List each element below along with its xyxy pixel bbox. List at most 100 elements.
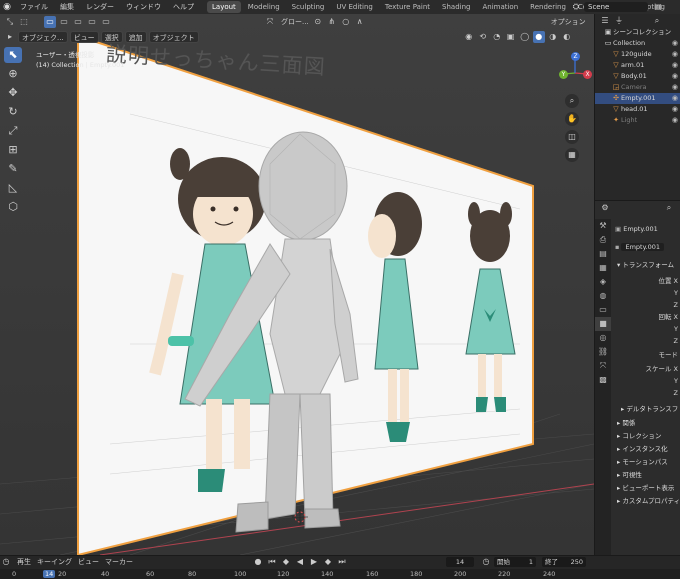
play-reverse-icon[interactable]: ◀ — [294, 556, 306, 568]
eye-icon[interactable]: ◉ — [672, 104, 678, 115]
blender-logo-icon[interactable]: ◉ — [0, 0, 14, 14]
transform-panel-header[interactable]: ▾ トランスフォーム — [611, 259, 680, 271]
world-tab-icon[interactable]: ◍ — [595, 289, 611, 303]
visibility-icon[interactable]: ◉ — [463, 31, 475, 43]
properties-panel-header[interactable]: ▸ コレクション — [611, 430, 680, 442]
falloff-icon[interactable]: ∧ — [354, 16, 366, 28]
measure-tool-icon[interactable]: ◺ — [4, 180, 22, 196]
tab-rendering[interactable]: Rendering — [525, 1, 571, 13]
menu-window[interactable]: ウィンドウ — [120, 0, 167, 14]
proportional-edit-icon[interactable]: ○ — [340, 16, 352, 28]
play-icon[interactable]: ▶ — [308, 556, 320, 568]
end-frame-field[interactable]: 終了 250 — [542, 557, 586, 567]
object-tab-icon[interactable]: ■ — [595, 317, 611, 331]
outliner-item[interactable]: ▽ head.01 ◉ — [595, 104, 680, 115]
eye-icon[interactable]: ◉ — [672, 93, 678, 104]
editor-type-icon[interactable]: ☰ — [599, 15, 611, 27]
menu-view[interactable]: ビュー — [69, 30, 99, 43]
jump-start-icon[interactable]: ⏮ — [266, 556, 278, 568]
scale-tool-icon[interactable]: ⤢ — [4, 123, 22, 139]
mode-extend-icon[interactable]: ▭ — [58, 16, 70, 28]
tab-layout[interactable]: Layout — [207, 1, 241, 13]
menu-render[interactable]: レンダー — [80, 0, 120, 14]
pan-hand-icon[interactable]: ✋ — [565, 112, 579, 126]
orientation-icon[interactable]: ⤧ — [264, 16, 276, 28]
properties-panel-header[interactable]: ▸ 関係 — [611, 417, 680, 429]
snap-icon[interactable]: ⋔ — [326, 16, 338, 28]
menu-help[interactable]: ヘルプ — [167, 0, 200, 14]
outliner-item[interactable]: ✣ Empty.001 ◉ — [595, 93, 680, 104]
output-tab-icon[interactable]: ▤ — [595, 247, 611, 261]
mode-invert-icon[interactable]: ▭ — [86, 16, 98, 28]
tab-animation[interactable]: Animation — [477, 1, 523, 13]
object-name-field[interactable]: Empty.001 — [621, 243, 664, 251]
view-menu[interactable]: ビュー — [75, 556, 102, 568]
collection-tab-icon[interactable]: ▭ — [595, 303, 611, 317]
eye-icon[interactable]: ◉ — [672, 38, 678, 49]
perspective-toggle-icon[interactable]: ▦ — [565, 148, 579, 162]
tab-sculpting[interactable]: Sculpting — [287, 1, 330, 13]
shading-rendered-icon[interactable]: ◐ — [561, 31, 573, 43]
render-tab-icon[interactable]: ⎙ — [595, 233, 611, 247]
axis-gizmo[interactable]: X Y Z — [554, 46, 594, 86]
transform-tool-icon[interactable]: ⊞ — [4, 142, 22, 158]
menu-object[interactable]: オブジェクト — [148, 30, 199, 43]
properties-panel-header[interactable]: ▸ モーションパス — [611, 456, 680, 468]
outliner-item[interactable]: ▽ arm.01 ◉ — [595, 60, 680, 71]
select-tool-icon[interactable]: ⬉ — [4, 47, 22, 63]
zoom-icon[interactable]: ⌕ — [565, 94, 579, 108]
clock-icon[interactable]: ◷ — [480, 556, 492, 568]
tool-tab-icon[interactable]: ⚒ — [595, 219, 611, 233]
scene-icon[interactable]: ⛭ — [570, 1, 582, 13]
filter-icon[interactable]: ⏚ — [613, 15, 625, 27]
tab-shading[interactable]: Shading — [437, 1, 475, 13]
search-icon[interactable]: ⌕ — [663, 202, 675, 214]
view-layer-icon[interactable]: ▤ — [652, 1, 664, 13]
camera-view-icon[interactable]: ◫ — [565, 130, 579, 144]
rotate-tool-icon[interactable]: ↻ — [4, 104, 22, 120]
menu-add[interactable]: 追加 — [124, 30, 147, 43]
outliner-scene-collection[interactable]: ▣ シーンコレクション — [595, 27, 680, 38]
mode-intersect-icon[interactable]: ▭ — [100, 16, 112, 28]
data-tab-icon[interactable]: ⤧ — [595, 359, 611, 373]
physics-tab-icon[interactable]: ◎ — [595, 331, 611, 345]
axis-z-handle[interactable]: Z — [571, 52, 580, 61]
outliner-item[interactable]: ◲ Camera ◉ — [595, 82, 680, 93]
outliner-item[interactable]: ▽ 120guide ◉ — [595, 49, 680, 60]
scene-tab-icon[interactable]: ◈ — [595, 275, 611, 289]
outliner-item[interactable]: ✦ Light ◉ — [595, 115, 680, 126]
outliner-item[interactable]: ▭ Collection ◉ — [595, 38, 680, 49]
jump-end-icon[interactable]: ⏭ — [336, 556, 348, 568]
texture-tab-icon[interactable]: ▩ — [595, 373, 611, 387]
pivot-icon[interactable]: ⊙ — [312, 16, 324, 28]
menu-file[interactable]: ファイル — [14, 0, 54, 14]
eye-icon[interactable]: ◉ — [672, 60, 678, 71]
eye-icon[interactable]: ◉ — [672, 115, 678, 126]
eye-icon[interactable]: ◉ — [672, 49, 678, 60]
move-tool-icon[interactable]: ✥ — [4, 85, 22, 101]
constraints-tab-icon[interactable]: ⛓ — [595, 345, 611, 359]
cursor-tool-icon[interactable]: ⊕ — [4, 66, 22, 82]
properties-editor-icon[interactable]: ⚙ — [599, 202, 611, 214]
delta-transform-panel[interactable]: ▸ デルタトランスフ — [611, 403, 680, 415]
keying-menu[interactable]: キーイング — [34, 556, 75, 568]
scene-selector[interactable]: Scene — [584, 2, 648, 12]
select-box-icon[interactable]: ⬚ — [18, 16, 30, 28]
properties-panel-header[interactable]: ▸ インスタンス化 — [611, 443, 680, 455]
start-frame-field[interactable]: 開始 1 — [494, 557, 536, 567]
annotate-tool-icon[interactable]: ✎ — [4, 161, 22, 177]
timeline-ruler[interactable]: 0 14 20 40 60 80 100 120 140 160 180 200 220 240 — [0, 569, 680, 579]
tab-modeling[interactable]: Modeling — [243, 1, 285, 13]
editor-type-icon[interactable]: ⤡ — [4, 16, 16, 28]
eye-icon[interactable]: ◉ — [672, 71, 678, 82]
mode-subtract-icon[interactable]: ▭ — [72, 16, 84, 28]
eye-icon[interactable]: ◉ — [672, 82, 678, 93]
options-dropdown[interactable]: オプション — [548, 16, 589, 28]
next-key-icon[interactable]: ◆ — [322, 556, 334, 568]
tab-uv-editing[interactable]: UV Editing — [331, 1, 378, 13]
properties-panel-header[interactable]: ▸ 可視性 — [611, 469, 680, 481]
axis-x-handle[interactable]: X — [583, 70, 592, 79]
marker-menu[interactable]: マーカー — [102, 556, 136, 568]
shading-material-icon[interactable]: ◑ — [547, 31, 559, 43]
outliner-item[interactable]: ▽ Body.01 ◉ — [595, 71, 680, 82]
